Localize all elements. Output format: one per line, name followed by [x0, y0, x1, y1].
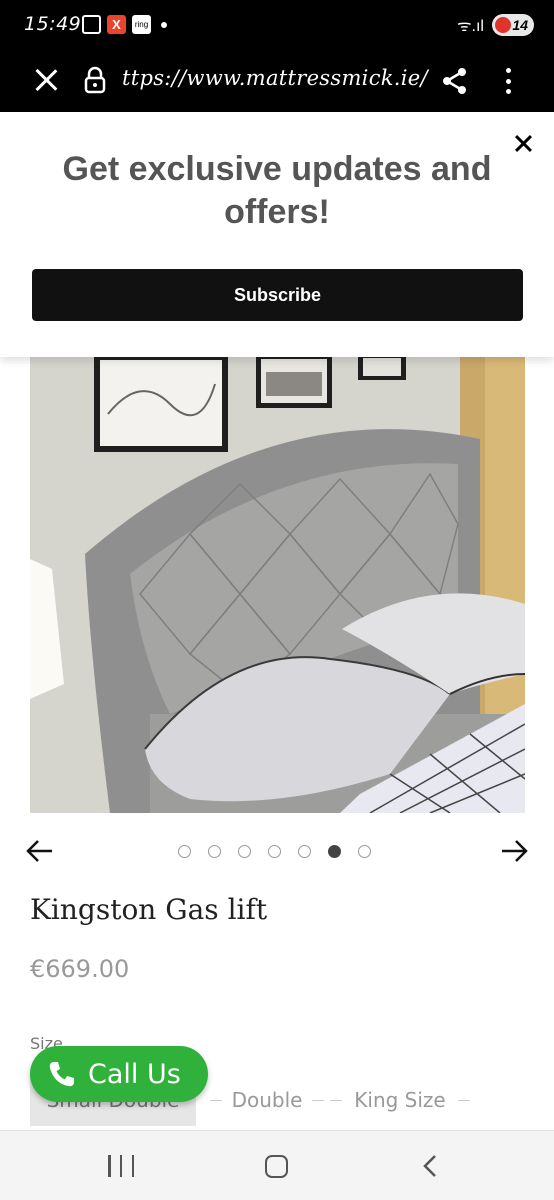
- lock-icon: [84, 66, 106, 94]
- carousel-dots: [178, 845, 371, 858]
- popup-title: Get exclusive updates and offers!: [62, 150, 492, 231]
- carousel-dot[interactable]: [358, 845, 371, 858]
- subscribe-button[interactable]: Subscribe: [32, 269, 523, 321]
- carousel-dot[interactable]: [328, 845, 341, 858]
- size-option-king-size-label: King Size: [354, 1088, 446, 1112]
- call-us-label: Call Us: [88, 1058, 181, 1090]
- size-option-double[interactable]: Double: [210, 1074, 324, 1126]
- carousel-dot[interactable]: [178, 845, 191, 858]
- screen-record-icon: [82, 15, 101, 34]
- carousel-dot[interactable]: [208, 845, 221, 858]
- wifi-signal-icon: ᯤ.ıl: [456, 18, 484, 35]
- back-icon[interactable]: [420, 1153, 442, 1179]
- arrow-right-icon[interactable]: [498, 835, 530, 867]
- notification-dot-icon: [161, 21, 167, 28]
- recents-icon[interactable]: [108, 1155, 134, 1177]
- status-time: 15:49: [24, 13, 82, 35]
- size-option-double-label: Double: [231, 1088, 303, 1112]
- ring-app-icon: ring: [132, 15, 151, 34]
- system-nav-bar: [0, 1130, 554, 1200]
- size-option-king-size[interactable]: King Size: [330, 1074, 470, 1126]
- system-icons: ᯤ.ıl 14: [457, 14, 534, 36]
- carousel-dot[interactable]: [238, 845, 251, 858]
- battery-icon: 14: [492, 14, 534, 36]
- phone-icon: [49, 1062, 74, 1087]
- home-icon[interactable]: [265, 1155, 288, 1178]
- product-price: €669.00: [30, 955, 130, 983]
- product-title: Kingston Gas lift: [30, 893, 268, 926]
- arrow-left-icon[interactable]: [24, 835, 56, 867]
- more-vert-icon[interactable]: [500, 66, 516, 96]
- carousel-dot[interactable]: [298, 845, 311, 858]
- subscribe-popup: Get exclusive updates and offers! Subscr…: [0, 112, 554, 357]
- status-bar: 15:49 X ring ᯤ.ıl 14: [0, 0, 554, 50]
- browser-url-bar: ttps://www.mattressmick.ie/: [0, 50, 554, 112]
- url-text[interactable]: ttps://www.mattressmick.ie/: [122, 66, 428, 90]
- carousel-dot[interactable]: [268, 845, 281, 858]
- share-icon[interactable]: [440, 66, 470, 96]
- close-icon[interactable]: [30, 64, 62, 96]
- battery-fill: [495, 17, 511, 33]
- battery-level: 14: [512, 17, 528, 33]
- product-image[interactable]: [30, 354, 525, 813]
- notification-icons: X ring: [82, 15, 167, 34]
- call-us-button[interactable]: Call Us: [30, 1046, 208, 1102]
- x-app-icon: X: [107, 15, 126, 34]
